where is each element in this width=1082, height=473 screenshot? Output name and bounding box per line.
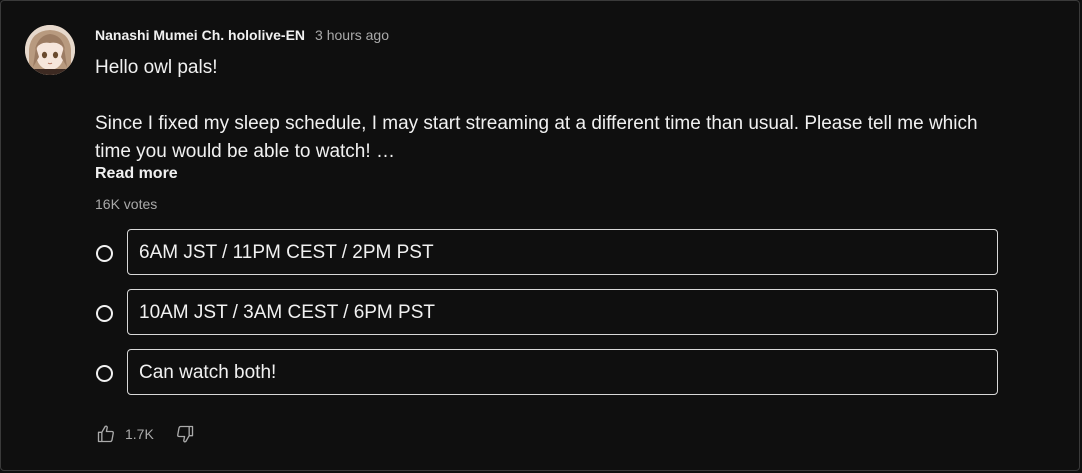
poll-option-box[interactable]: 10AM JST / 3AM CEST / 6PM PST [127, 289, 998, 335]
post-text-paragraph: Since I fixed my sleep schedule, I may s… [95, 110, 995, 166]
poll-option-label: 10AM JST / 3AM CEST / 6PM PST [139, 302, 435, 323]
radio-button[interactable] [96, 305, 113, 322]
truncation-ellipsis: … [375, 141, 395, 162]
like-button[interactable] [95, 423, 117, 445]
avatar[interactable] [25, 25, 75, 75]
post-text-line: Hello owl pals! [95, 57, 218, 78]
community-post-card: Nanashi Mumei Ch. hololive-EN 3 hours ag… [0, 0, 1080, 471]
poll-option[interactable]: Can watch both! [95, 349, 999, 395]
poll-option-box[interactable]: Can watch both! [127, 349, 998, 395]
thumbs-up-icon [97, 425, 114, 443]
poll-option[interactable]: 10AM JST / 3AM CEST / 6PM PST [95, 289, 999, 335]
post-text-line: Since I fixed my sleep schedule, I may s… [95, 113, 978, 162]
post-header: Nanashi Mumei Ch. hololive-EN 3 hours ag… [95, 27, 389, 43]
post-text: Hello owl pals! Since I fixed my sleep s… [95, 54, 995, 166]
read-more-button[interactable]: Read more [95, 165, 178, 183]
avatar-image [25, 25, 75, 75]
poll-option-label: 6AM JST / 11PM CEST / 2PM PST [139, 242, 434, 263]
poll-option-label: Can watch both! [139, 362, 277, 383]
like-count: 1.7K [125, 426, 154, 442]
post-timestamp[interactable]: 3 hours ago [315, 27, 389, 43]
poll-option-box[interactable]: 6AM JST / 11PM CEST / 2PM PST [127, 229, 998, 275]
post-actions: 1.7K [95, 423, 196, 445]
radio-button[interactable] [96, 365, 113, 382]
dislike-button[interactable] [174, 423, 196, 445]
thumbs-down-icon [176, 425, 193, 443]
poll-option[interactable]: 6AM JST / 11PM CEST / 2PM PST [95, 229, 999, 275]
radio-button[interactable] [96, 245, 113, 262]
vote-count: 16K votes [95, 196, 158, 212]
channel-name-link[interactable]: Nanashi Mumei Ch. hololive-EN [95, 27, 305, 43]
